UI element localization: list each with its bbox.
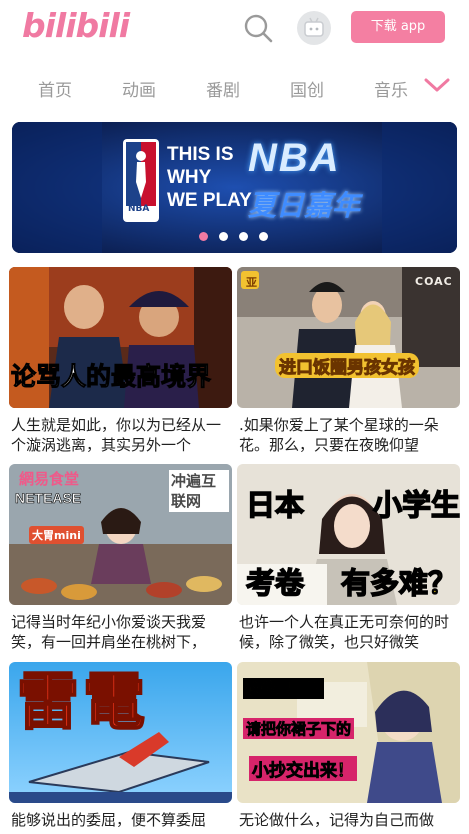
banner-sub-title: 夏日嘉年	[248, 189, 361, 222]
banner-big-title: NBA	[248, 136, 341, 180]
thumbnail-text-2: 请把你裙子下的	[243, 718, 355, 739]
video-title[interactable]: 能够说出的委屈，便不算委屈	[11, 810, 232, 834]
bilibili-logo[interactable]: bilibili	[22, 6, 130, 45]
video-thumbnail[interactable]: 雷電	[9, 662, 232, 803]
carousel-dot-4[interactable]	[259, 232, 268, 241]
carousel-dot-1[interactable]	[199, 232, 208, 241]
video-thumbnail[interactable]: 網易食堂 NETEASE 大胃mini 冲遍互联网	[9, 464, 232, 605]
tab-anime[interactable]: 动画	[122, 76, 156, 101]
carousel-dots	[0, 229, 469, 243]
avatar-tv-icon	[304, 17, 324, 37]
thumbnail-text-1: 这位男同学	[243, 678, 325, 699]
video-thumbnail[interactable]: 论骂人的最高境界	[9, 267, 232, 408]
thumbnail-text-3: 大胃mini	[29, 526, 84, 544]
banner-line-1: THIS IS	[167, 144, 234, 165]
download-app-button[interactable]: 下载 app	[351, 11, 445, 43]
video-title[interactable]: .如果你爱上了某个星球的一朵花。那么，只要在夜晚仰望	[239, 415, 460, 459]
tab-music[interactable]: 音乐	[374, 76, 408, 101]
thumbnail-badge: 亚	[246, 276, 257, 289]
tab-guochuang[interactable]: 国创	[290, 76, 324, 101]
thumbnail-text-4: 有多难？	[340, 565, 458, 601]
thumbnail-text-3: 小抄交出来！	[249, 756, 357, 781]
video-title[interactable]: 记得当时年纪小你爱谈天我爱笑，有一回并肩坐在桃树下，	[11, 612, 232, 656]
carousel-dot-2[interactable]	[219, 232, 228, 241]
header: bilibili 下载 app	[0, 0, 469, 58]
video-thumbnail[interactable]: 这位男同学 请把你裙子下的 小抄交出来！	[237, 662, 460, 803]
video-title[interactable]: 人生就是如此，你以为已经从一个漩涡逃离，其实另外一个	[11, 415, 232, 459]
banner-line-3: WE PLAY	[167, 190, 252, 211]
carousel-dot-3[interactable]	[239, 232, 248, 241]
avatar[interactable]	[297, 11, 331, 45]
thumbnail-text-3: 考卷	[245, 565, 305, 601]
thumbnail-shop-sign: COAC	[415, 275, 453, 288]
nba-logo-text: NBA	[128, 204, 150, 214]
thumbnail-text-1: 網易食堂	[19, 470, 80, 488]
thumbnail-text-1: 日本	[245, 487, 305, 523]
category-tabs: 首页 动画 番剧 国创 音乐	[0, 68, 469, 108]
thumbnail-text-2: NETEASE	[15, 490, 82, 507]
thumbnail-caption: 论骂人的最高境界	[10, 362, 212, 392]
search-icon[interactable]	[242, 12, 274, 44]
thumbnail-text-4: 冲遍互联网	[169, 470, 229, 512]
thumbnail-caption: 进口饭圈男孩女孩	[275, 353, 419, 379]
chevron-down-icon[interactable]	[424, 76, 450, 94]
tab-home[interactable]: 首页	[38, 76, 72, 101]
video-thumbnail[interactable]: 亚 COAC 进口饭圈男孩女孩	[237, 267, 460, 408]
thumbnail-text-2: 小学生	[372, 487, 460, 523]
video-title[interactable]: 也许一个人在真正无可奈何的时候，除了微笑，也只好微笑	[239, 612, 460, 656]
banner-line-2: WHY	[167, 167, 212, 188]
thumbnail-image	[237, 267, 460, 408]
thumbnail-caption: 雷電	[16, 664, 150, 739]
tab-bangumi[interactable]: 番剧	[206, 76, 240, 101]
video-title[interactable]: 无论做什么，记得为自己而做	[239, 810, 460, 834]
video-thumbnail[interactable]: 日本 小学生 考卷 有多难？	[237, 464, 460, 605]
